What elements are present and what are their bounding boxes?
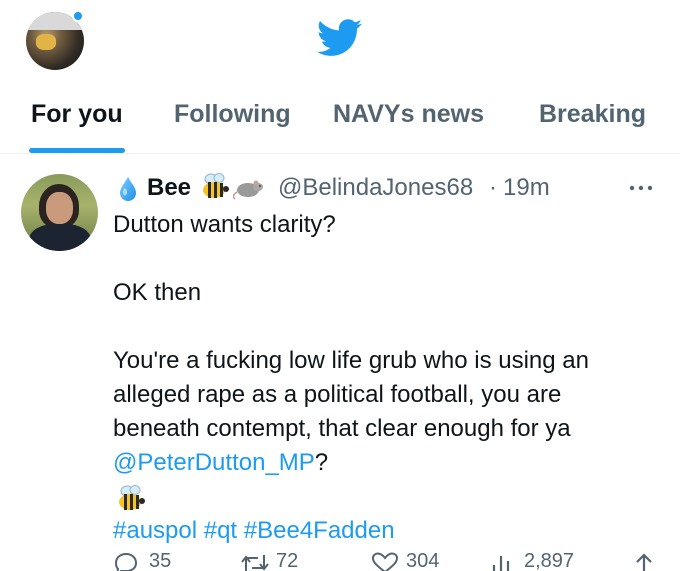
timeline-tabs: For you Following NAVYs news Breaking	[0, 88, 680, 154]
tab-following[interactable]: Following	[174, 100, 291, 129]
view-count: 2,897	[524, 550, 575, 571]
like-count: 304	[406, 550, 440, 571]
tab-breaking[interactable]: Breaking	[539, 100, 646, 129]
tweet-line: You're a fucking low life grub who is us…	[113, 347, 589, 374]
tweet-actions: 35 72 304 2,897	[113, 550, 673, 571]
views-icon	[492, 556, 510, 571]
tweet[interactable]: Bee @BelindaJones68 · 19m Dutton wants c…	[0, 154, 680, 571]
tweet-line: Dutton wants clarity?	[113, 211, 336, 238]
author-handle[interactable]: @BelindaJones68	[278, 174, 473, 202]
rat-emoji	[233, 180, 263, 200]
heart-icon	[371, 552, 399, 571]
tweet-line: @PeterDutton_MP?	[113, 446, 668, 480]
retweet-icon	[241, 555, 269, 571]
author-display-name[interactable]: Bee	[147, 174, 191, 202]
bee-emoji	[203, 173, 229, 198]
drop-icon	[120, 177, 136, 201]
more-options-icon[interactable]	[626, 184, 656, 192]
tweet-line: beneath contempt, that clear enough for …	[113, 415, 571, 442]
bee-line	[113, 480, 668, 514]
share-button[interactable]	[633, 550, 655, 571]
tweet-line: OK then	[113, 279, 202, 306]
mention-link[interactable]: @PeterDutton_MP	[113, 449, 315, 476]
tweet-timestamp[interactable]: 19m	[503, 174, 550, 202]
tweet-text: Dutton wants clarity? OK then You're a f…	[113, 208, 668, 548]
active-tab-indicator	[29, 148, 125, 153]
author-avatar[interactable]	[21, 174, 98, 251]
tweet-header: Bee @BelindaJones68 · 19m	[113, 170, 673, 204]
tab-navys-news[interactable]: NAVYs news	[333, 100, 484, 129]
separator-dot: ·	[489, 174, 497, 201]
share-icon	[636, 553, 652, 571]
tab-for-you[interactable]: For you	[31, 100, 123, 129]
bee-emoji	[119, 485, 145, 510]
retweet-count: 72	[276, 550, 299, 571]
twitter-bird-icon[interactable]	[317, 19, 363, 57]
reply-icon	[114, 552, 138, 571]
notification-dot	[72, 10, 84, 22]
hashtags[interactable]: #auspol #qt #Bee4Fadden	[113, 514, 668, 548]
question-mark: ?	[314, 449, 329, 476]
tweet-line: alleged rape as a political football, yo…	[113, 381, 562, 408]
top-bar	[0, 0, 680, 80]
reply-count: 35	[149, 550, 172, 571]
